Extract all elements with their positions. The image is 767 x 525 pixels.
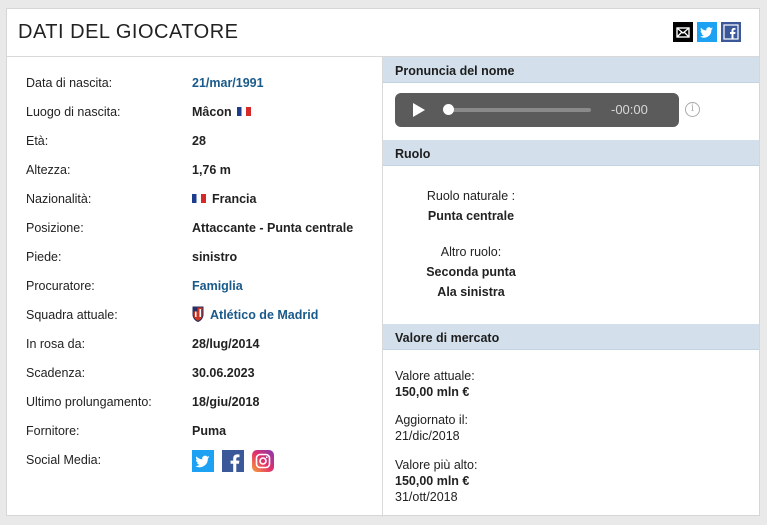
detail-label: Nazionalità: [26, 192, 92, 206]
club-crest-icon [192, 306, 204, 323]
detail-value: 1,76 m [192, 163, 231, 177]
detail-value: 28/lug/2014 [192, 337, 260, 351]
detail-label: Età: [26, 134, 49, 148]
info-icon[interactable]: i [685, 102, 700, 117]
detail-row: Squadra attuale: Atlético de Madrid [26, 306, 376, 328]
updated-label: Aggiornato il: [395, 413, 468, 427]
facebook-icon[interactable] [721, 22, 741, 42]
detail-row: Nazionalità: Francia [26, 192, 376, 212]
player-details: Data di nascita: 21/mar/1991 Luogo di na… [7, 57, 383, 517]
agent-link[interactable]: Famiglia [192, 279, 243, 293]
pronunciation-header: Pronuncia del nome [383, 57, 759, 83]
side-panel: Pronuncia del nome -00:00 i Ruolo Ruolo … [383, 57, 759, 517]
highest-value: 150,00 mln € [395, 474, 470, 488]
detail-value: 30.06.2023 [192, 366, 255, 380]
detail-row: Scadenza: 30.06.2023 [26, 366, 376, 386]
page-title: DATI DEL GIOCATORE [18, 21, 239, 43]
detail-label: Altezza: [26, 163, 71, 177]
detail-label: In rosa da: [26, 337, 86, 351]
card-header: DATI DEL GIOCATORE [7, 9, 759, 57]
market-value-header: Valore di mercato [383, 324, 759, 350]
detail-label: Squadra attuale: [26, 308, 118, 322]
detail-value: 28 [192, 134, 206, 148]
france-flag-icon [192, 194, 206, 204]
mail-icon[interactable] [673, 22, 693, 42]
detail-value: 18/giu/2018 [192, 395, 260, 409]
detail-row: Procuratore: Famiglia [26, 279, 376, 299]
detail-value: Francia [192, 192, 256, 206]
player-data-card: DATI DEL GIOCATORE Data di nascita: 21/m… [6, 8, 760, 517]
detail-value: Attaccante - Punta centrale [192, 221, 354, 235]
detail-row: Data di nascita: 21/mar/1991 [26, 76, 376, 96]
detail-label: Posizione: [26, 221, 84, 235]
detail-row: Piede: sinistro [26, 250, 376, 270]
audio-progress-track[interactable] [445, 108, 591, 112]
natural-role-value: Punta centrale [427, 209, 515, 223]
detail-value: Mâcon [192, 105, 251, 119]
role-header: Ruolo [383, 140, 759, 166]
club-name: Atlético de Madrid [210, 308, 319, 322]
other-role-label: Altro ruolo: [440, 245, 502, 259]
detail-row: In rosa da: 28/lug/2014 [26, 337, 376, 357]
other-role-value: Ala sinistra [437, 285, 505, 299]
france-flag-icon [236, 107, 251, 117]
detail-label: Procuratore: [26, 279, 95, 293]
detail-label: Social Media: [26, 453, 102, 467]
audio-progress-knob[interactable] [443, 104, 454, 115]
detail-row: Fornitore: Puma [26, 424, 376, 444]
natural-role-label: Ruolo naturale : [426, 189, 516, 203]
detail-label: Ultimo prolungamento: [26, 395, 152, 409]
current-value-label: Valore attuale: [395, 369, 475, 383]
birth-date-link[interactable]: 21/mar/1991 [192, 76, 264, 90]
detail-label: Piede: [26, 250, 62, 264]
detail-value: sinistro [192, 250, 238, 264]
facebook-icon[interactable] [222, 450, 244, 472]
detail-label: Luogo di nascita: [26, 105, 121, 119]
current-value: 150,00 mln € [395, 385, 470, 399]
current-club-link[interactable]: Atlético de Madrid [192, 306, 319, 323]
nationality-value: Francia [212, 192, 257, 206]
detail-row: Altezza: 1,76 m [26, 163, 376, 183]
detail-label: Data di nascita: [26, 76, 113, 90]
detail-row: Età: 28 [26, 134, 376, 154]
detail-row: Social Media: [26, 450, 376, 473]
detail-value: Puma [192, 424, 227, 438]
highest-value-date: 31/ott/2018 [395, 490, 458, 504]
detail-row: Ultimo prolungamento: 18/giu/2018 [26, 395, 376, 415]
twitter-icon[interactable] [697, 22, 717, 42]
detail-label: Scadenza: [26, 366, 86, 380]
detail-label: Fornitore: [26, 424, 80, 438]
birthplace-value: Mâcon [192, 105, 232, 119]
highest-value-label: Valore più alto: [395, 458, 478, 472]
play-icon[interactable] [413, 103, 425, 117]
detail-row: Luogo di nascita: Mâcon [26, 105, 376, 125]
audio-player[interactable]: -00:00 [395, 93, 679, 127]
other-role-value: Seconda punta [426, 265, 516, 279]
twitter-icon[interactable] [192, 450, 214, 472]
instagram-icon[interactable] [252, 450, 274, 472]
detail-row: Posizione: Attaccante - Punta centrale [26, 221, 376, 241]
updated-date: 21/dic/2018 [395, 429, 460, 443]
audio-time: -00:00 [611, 102, 648, 117]
